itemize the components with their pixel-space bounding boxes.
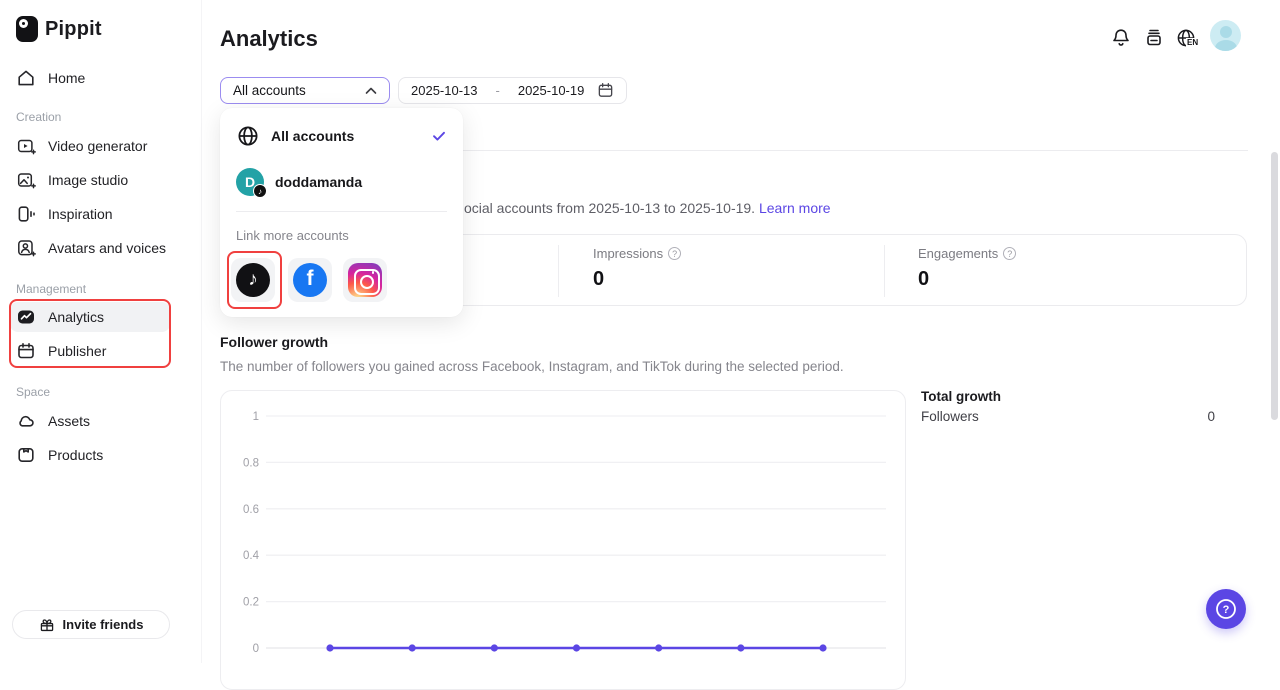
stat-value: 0 bbox=[593, 268, 681, 291]
total-growth-title: Total growth bbox=[921, 389, 1001, 404]
sidebar-item-products[interactable]: Products bbox=[10, 440, 170, 470]
link-more-accounts-label: Link more accounts bbox=[236, 228, 349, 243]
account-dropdown-panel: All accounts D ♪ doddamanda Link more ac… bbox=[220, 108, 463, 317]
date-separator: - bbox=[496, 83, 500, 98]
dropdown-option-label: All accounts bbox=[271, 128, 420, 144]
account-selector-dropdown[interactable]: All accounts bbox=[220, 77, 390, 104]
date-start: 2025-10-13 bbox=[411, 83, 478, 98]
dropdown-option-all-accounts[interactable]: All accounts bbox=[228, 118, 455, 154]
sidebar-item-label: Assets bbox=[48, 413, 90, 429]
app-logo[interactable]: Pippit bbox=[16, 16, 102, 42]
instagram-icon bbox=[348, 263, 382, 297]
sidebar-item-home[interactable]: Home bbox=[10, 63, 170, 93]
date-end: 2025-10-19 bbox=[518, 83, 585, 98]
tiktok-icon: ♪ bbox=[236, 263, 270, 297]
vertical-scrollbar-thumb[interactable] bbox=[1271, 152, 1278, 420]
stat-divider bbox=[558, 245, 559, 297]
invite-friends-button[interactable]: Invite friends bbox=[12, 610, 170, 639]
notifications-bell-icon[interactable] bbox=[1110, 27, 1132, 49]
total-growth-value: 0 bbox=[1207, 409, 1215, 424]
sidebar: Pippit Home Creation Video generator Ima… bbox=[0, 0, 202, 663]
follower-growth-chart[interactable]: 0 0.2 0.4 0.6 0.8 1 bbox=[221, 391, 905, 689]
sidebar-item-label: Inspiration bbox=[48, 206, 113, 222]
printer-icon[interactable] bbox=[1143, 27, 1165, 49]
user-avatar[interactable] bbox=[1210, 20, 1241, 51]
analytics-icon bbox=[16, 307, 36, 327]
image-studio-icon bbox=[16, 170, 36, 190]
date-range-picker[interactable]: 2025-10-13 - 2025-10-19 bbox=[398, 77, 627, 104]
stat-value: 0 bbox=[918, 268, 1016, 291]
link-instagram-button[interactable] bbox=[343, 258, 387, 302]
period-text-partial: ocial accounts from 2025-10-13 to 2025-1… bbox=[464, 200, 755, 216]
question-mark-icon: ? bbox=[1206, 589, 1246, 629]
help-circle-icon[interactable]: ? bbox=[668, 247, 681, 260]
dropdown-divider bbox=[236, 211, 447, 212]
follower-growth-title: Follower growth bbox=[220, 334, 328, 350]
learn-more-link[interactable]: Learn more bbox=[759, 200, 831, 216]
section-label-space: Space bbox=[16, 385, 50, 399]
help-button[interactable]: ? bbox=[1206, 589, 1246, 629]
svg-text:0.4: 0.4 bbox=[243, 550, 260, 562]
stat-label: Impressions bbox=[593, 246, 663, 261]
sidebar-item-inspiration[interactable]: Inspiration bbox=[10, 199, 170, 229]
stat-engagements: Engagements ? 0 bbox=[918, 246, 1016, 291]
page-title: Analytics bbox=[220, 26, 318, 52]
avatars-icon bbox=[16, 238, 36, 258]
svg-text:?: ? bbox=[1223, 604, 1230, 616]
assets-cloud-icon bbox=[16, 411, 36, 431]
section-label-management: Management bbox=[16, 282, 86, 296]
dropdown-option-label: doddamanda bbox=[275, 174, 447, 190]
publisher-calendar-icon bbox=[16, 341, 36, 361]
sidebar-item-publisher[interactable]: Publisher bbox=[10, 336, 170, 366]
sidebar-item-label: Analytics bbox=[48, 309, 104, 325]
follower-growth-chart-card: 0 0.2 0.4 0.6 0.8 1 bbox=[220, 390, 906, 690]
stat-impressions: Impressions ? 0 bbox=[593, 246, 681, 291]
sidebar-item-label: Image studio bbox=[48, 172, 128, 188]
facebook-icon: f bbox=[293, 263, 327, 297]
sidebar-item-image-studio[interactable]: Image studio bbox=[10, 165, 170, 195]
invite-friends-label: Invite friends bbox=[63, 617, 144, 632]
check-icon bbox=[431, 128, 447, 144]
language-globe-icon[interactable]: EN bbox=[1175, 27, 1199, 51]
link-tiktok-button[interactable]: ♪ bbox=[231, 258, 275, 302]
link-facebook-button[interactable]: f bbox=[288, 258, 332, 302]
globe-icon bbox=[236, 124, 260, 148]
chevron-up-icon bbox=[365, 87, 377, 95]
app-logo-text: Pippit bbox=[45, 18, 102, 41]
sidebar-item-label: Products bbox=[48, 447, 103, 463]
pippit-logo-icon bbox=[16, 16, 38, 42]
sidebar-item-label: Publisher bbox=[48, 343, 106, 359]
language-code: EN bbox=[1186, 38, 1198, 47]
sidebar-item-label: Home bbox=[48, 70, 85, 86]
svg-text:0.8: 0.8 bbox=[243, 457, 259, 469]
video-generator-icon bbox=[16, 136, 36, 156]
sidebar-item-avatars-and-voices[interactable]: Avatars and voices bbox=[10, 233, 170, 263]
sidebar-item-label: Video generator bbox=[48, 138, 147, 154]
home-icon bbox=[16, 68, 36, 88]
total-growth-row: Followers 0 bbox=[921, 409, 1215, 424]
sidebar-item-assets[interactable]: Assets bbox=[10, 406, 170, 436]
inspiration-icon bbox=[16, 204, 36, 224]
doddamanda-avatar: D ♪ bbox=[236, 168, 264, 196]
total-growth-label: Followers bbox=[921, 409, 979, 424]
stat-divider bbox=[884, 245, 885, 297]
period-description-text: ocial accounts from 2025-10-13 to 2025-1… bbox=[464, 200, 831, 216]
sidebar-item-analytics[interactable]: Analytics bbox=[10, 302, 170, 332]
svg-text:0: 0 bbox=[253, 643, 259, 655]
help-circle-icon[interactable]: ? bbox=[1003, 247, 1016, 260]
svg-text:1: 1 bbox=[253, 411, 259, 423]
stat-label: Engagements bbox=[918, 246, 998, 261]
svg-text:0.6: 0.6 bbox=[243, 504, 259, 516]
products-box-icon bbox=[16, 445, 36, 465]
account-selector-value: All accounts bbox=[233, 83, 306, 98]
sidebar-item-label: Avatars and voices bbox=[48, 240, 166, 256]
gift-icon bbox=[39, 617, 55, 633]
calendar-icon bbox=[597, 82, 614, 99]
tiktok-badge-icon: ♪ bbox=[253, 184, 267, 198]
dropdown-option-doddamanda[interactable]: D ♪ doddamanda bbox=[228, 164, 455, 200]
sidebar-item-video-generator[interactable]: Video generator bbox=[10, 131, 170, 161]
svg-text:0.2: 0.2 bbox=[243, 597, 259, 609]
follower-growth-subtitle: The number of followers you gained acros… bbox=[220, 359, 844, 374]
section-label-creation: Creation bbox=[16, 110, 61, 124]
